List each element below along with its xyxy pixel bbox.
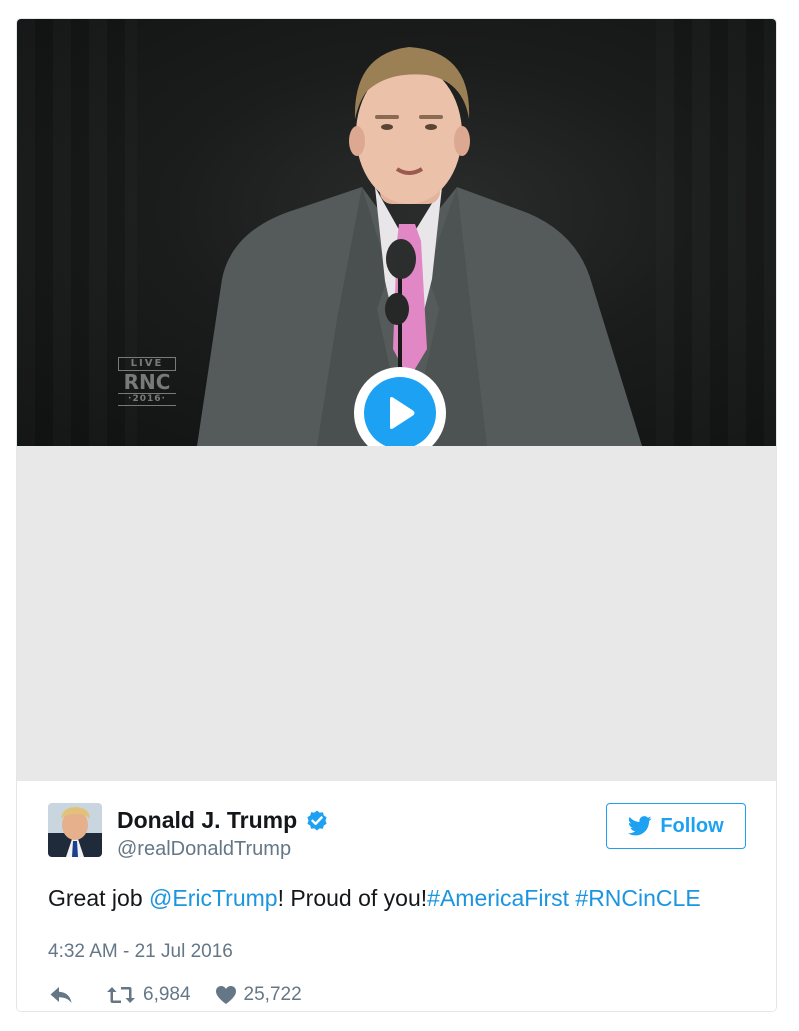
twitter-bird-icon xyxy=(628,816,652,836)
avatar[interactable] xyxy=(48,803,102,857)
tweet-actions: 6,984 25,722 xyxy=(48,979,302,1011)
tweet-text-prefix: Great job xyxy=(48,885,149,911)
hashtag-link[interactable]: #RNCinCLE xyxy=(575,885,700,911)
retweet-icon xyxy=(107,987,135,1003)
tweet-text-middle: ! Proud of you! xyxy=(277,885,428,911)
retweet-count: 6,984 xyxy=(143,984,191,1005)
follow-button[interactable]: Follow xyxy=(606,803,746,849)
video-thumbnail[interactable]: LIVE RNC ·2016· xyxy=(17,19,776,446)
heart-icon xyxy=(215,986,236,1004)
logo-line-rnc: RNC xyxy=(123,370,171,394)
tweet-body: Donald J. Trump @realDonaldTrump Follow … xyxy=(17,781,776,1011)
retweet-button[interactable]: 6,984 xyxy=(106,984,191,1006)
verified-badge-icon xyxy=(307,810,327,830)
like-count: 25,722 xyxy=(243,984,302,1005)
follow-button-label: Follow xyxy=(660,814,724,837)
reply-button[interactable] xyxy=(48,984,74,1006)
play-button-circle xyxy=(364,377,436,446)
tweet-timestamp[interactable]: 4:32 AM - 21 Jul 2016 xyxy=(48,941,233,963)
hashtag-link[interactable]: #AmericaFirst xyxy=(427,885,569,911)
rnc-live-logo: LIVE RNC ·2016· xyxy=(118,357,176,406)
tweet-text: Great job @EricTrump! Proud of you!#Amer… xyxy=(48,885,701,912)
mention-link[interactable]: @EricTrump xyxy=(149,885,278,911)
reply-icon xyxy=(50,987,72,1003)
media-placeholder xyxy=(17,446,776,782)
embedded-tweet-card: LIVE RNC ·2016· Donald J. Trump @realDon… xyxy=(16,18,777,1012)
avatar-image xyxy=(48,803,102,857)
like-button[interactable]: 25,722 xyxy=(215,984,302,1006)
author-name[interactable]: Donald J. Trump xyxy=(117,807,329,834)
logo-line-year: ·2016· xyxy=(118,393,176,406)
author-name-text: Donald J. Trump xyxy=(117,807,298,833)
play-icon xyxy=(390,397,415,429)
author-handle[interactable]: @realDonaldTrump xyxy=(117,838,291,861)
logo-line-live: LIVE xyxy=(118,357,176,371)
